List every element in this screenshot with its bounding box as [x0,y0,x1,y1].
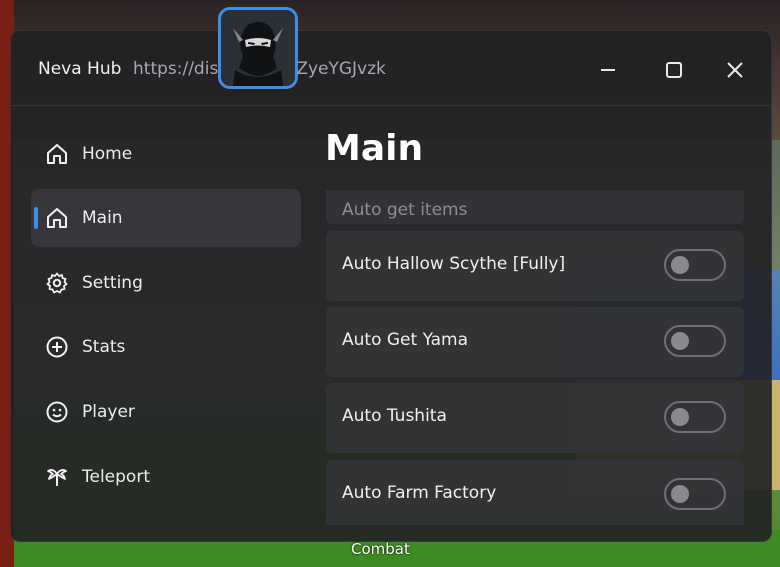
option-label: Auto Get Yama [342,330,469,350]
plus-circle-icon [45,335,69,359]
sidebar-item-setting[interactable]: Setting [31,254,301,312]
link-start: https://dis [133,59,219,79]
combat-label: Combat [351,540,410,558]
app-title: Neva Hub [38,59,122,79]
toggle-switch[interactable] [664,325,726,357]
title-bar[interactable]: Neva Hub https://dis ZyeYGJvzk [11,31,771,106]
teleport-icon [45,465,69,489]
home-icon [45,206,69,230]
toggle-knob [671,485,689,503]
sidebar-item-home[interactable]: Home [31,125,301,183]
ninja-avatar [218,7,298,89]
sidebar-item-label: Main [82,208,123,228]
maximize-icon [666,62,682,78]
minimize-icon [601,69,615,71]
close-icon [727,62,743,78]
toggle-knob [671,332,689,350]
option-row-tushita[interactable]: Auto Tushita [326,383,744,453]
option-label: Auto Tushita [342,406,447,426]
toggle-switch[interactable] [664,249,726,281]
sidebar-item-main[interactable]: Main [31,189,301,247]
sidebar-item-teleport[interactable]: Teleport [31,448,301,506]
sidebar-item-label: Teleport [82,467,150,487]
home-icon [45,142,69,166]
maximize-button[interactable] [657,53,691,87]
sidebar-item-label: Setting [82,273,143,293]
option-label: Auto get items [342,200,468,220]
sidebar-item-player[interactable]: Player [31,383,301,441]
options-list[interactable]: Auto get items Auto Hallow Scythe [Fully… [326,190,744,525]
option-label: Auto Hallow Scythe [Fully] [342,254,566,274]
option-row-farm-factory[interactable]: Auto Farm Factory [326,460,744,525]
option-row-hallow-scythe[interactable]: Auto Hallow Scythe [Fully] [326,231,744,301]
option-row-auto-get-items[interactable]: Auto get items [326,190,744,224]
sidebar-item-label: Stats [82,337,126,357]
active-indicator [34,207,38,229]
sidebar-item-label: Home [82,144,133,164]
page-title: Main [325,128,424,169]
toggle-switch[interactable] [664,478,726,510]
link-end: ZyeYGJvzk [296,59,386,79]
smiley-icon [45,400,69,424]
toggle-knob [671,408,689,426]
option-row-get-yama[interactable]: Auto Get Yama [326,307,744,377]
sidebar-item-stats[interactable]: Stats [31,318,301,376]
gear-icon [45,271,69,295]
minimize-button[interactable] [591,53,625,87]
toggle-knob [671,256,689,274]
toggle-switch[interactable] [664,401,726,433]
option-label: Auto Farm Factory [342,483,497,503]
close-button[interactable] [718,53,752,87]
sidebar-item-label: Player [82,402,135,422]
ninja-icon [221,10,295,86]
